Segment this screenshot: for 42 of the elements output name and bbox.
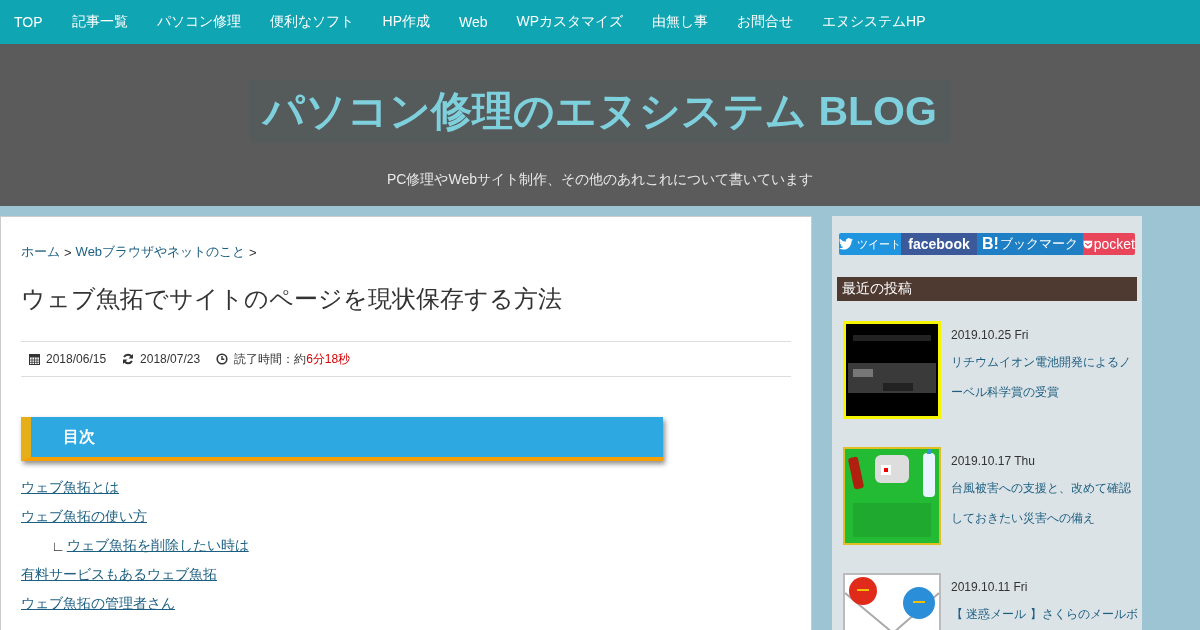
toc-link[interactable]: ウェブ魚拓を削除したい時は xyxy=(66,537,249,555)
post-date: 2019.10.17 Thu xyxy=(951,453,1036,469)
post-date: 2019.10.11 Fri xyxy=(951,579,1029,595)
nav-link[interactable]: TOP xyxy=(14,14,43,30)
sidebar-heading: 最近の投稿 xyxy=(837,277,1137,301)
nav-link[interactable]: HP作成 xyxy=(382,13,430,31)
toc-heading: 目次 xyxy=(21,417,663,461)
facebook-button[interactable]: facebook xyxy=(901,233,977,255)
nav-link[interactable]: 便利なソフト xyxy=(269,13,354,31)
refresh-icon xyxy=(122,353,135,365)
published-date: 2018/06/15 xyxy=(46,352,107,366)
post-link[interactable]: リチウムイオン電池開発によるノーベル科学賞の受賞 xyxy=(951,347,1141,407)
pocket-button[interactable]: pocket xyxy=(1083,233,1135,255)
breadcrumb-separator: > xyxy=(64,244,72,260)
breadcrumb-link[interactable]: ホーム xyxy=(21,243,60,261)
nav-link[interactable]: WPカスタマイズ xyxy=(516,13,624,31)
post-link[interactable]: 【 迷惑メール 】さくらのメールボ xyxy=(951,599,1141,629)
toc-link[interactable]: ウェブ魚拓とは xyxy=(21,479,119,495)
sub-item-marker: ∟ xyxy=(51,538,65,554)
article-title: ウェブ魚拓でサイトのページを現状保存する方法 xyxy=(21,284,563,314)
calendar-icon xyxy=(29,353,40,365)
toc-link[interactable]: ウェブ魚拓の使い方 xyxy=(21,508,147,524)
tweet-button[interactable]: ツイート xyxy=(839,233,901,255)
bookmark-button[interactable]: B!ブックマーク xyxy=(977,233,1083,255)
post-link[interactable]: 台風被害への支援と、改めて確認しておきたい災害への備え xyxy=(951,473,1141,533)
clock-icon xyxy=(216,353,229,365)
site-tagline: PC修理やWebサイト制作、その他のあれこれについて書いています xyxy=(387,171,813,189)
nav-link[interactable]: パソコン修理 xyxy=(156,13,241,31)
site-title: パソコン修理のエヌシステム BLOG xyxy=(249,80,951,143)
nav-link[interactable]: お問合せ xyxy=(737,13,794,31)
breadcrumb-separator: > xyxy=(249,244,257,260)
toc-link[interactable]: 有料サービスもあるウェブ魚拓 xyxy=(21,566,217,582)
breadcrumb-link[interactable]: Webブラウザやネットのこと xyxy=(75,243,246,261)
bird-icon xyxy=(839,238,853,250)
nav-link[interactable]: 由無し事 xyxy=(652,13,709,31)
nav-link[interactable]: Web xyxy=(459,14,488,30)
nav-link[interactable]: 記事一覧 xyxy=(71,13,128,31)
toc-link[interactable]: ウェブ魚拓の管理者さん xyxy=(21,595,175,611)
updated-date: 2018/07/23 xyxy=(140,352,201,366)
post-date: 2019.10.25 Fri xyxy=(951,327,1030,343)
reading-time: 読了時間：約6分18秒 xyxy=(234,350,351,368)
nav-link[interactable]: エヌシステムHP xyxy=(822,13,926,31)
